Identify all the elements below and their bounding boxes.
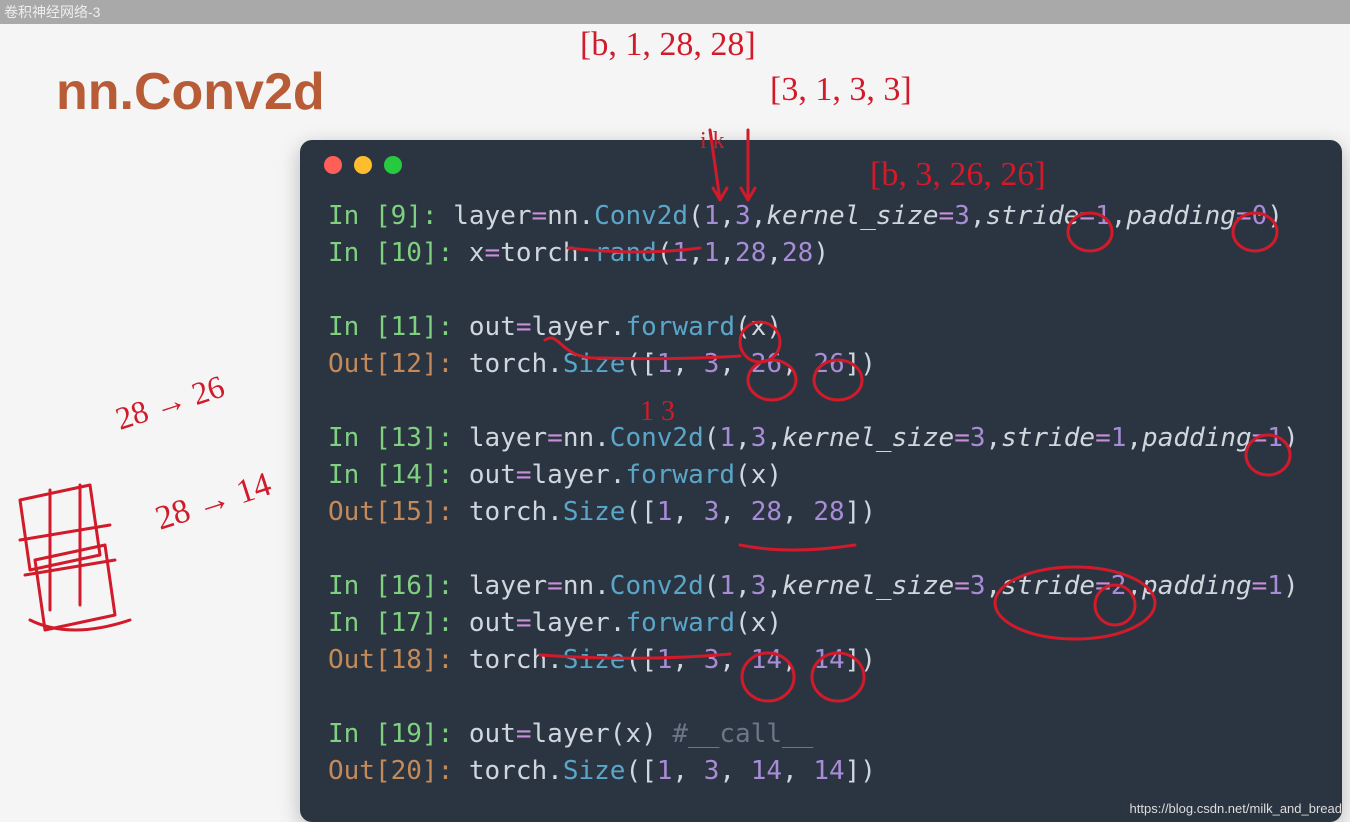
annotation-output-shape: [b, 3, 26, 26] bbox=[870, 156, 1046, 193]
annotation-layer: [b, 1, 28, 28] [3, 1, 3, 3] [b, 3, 26, 2… bbox=[0, 0, 1350, 822]
annotation-28-to-26: 28 → 26 bbox=[111, 368, 229, 437]
annotation-arrow-label: i k bbox=[700, 128, 725, 154]
annotation-tensor-shape-input: [b, 1, 28, 28] bbox=[580, 26, 756, 63]
annotation-kernel-shape: [3, 1, 3, 3] bbox=[770, 71, 912, 108]
watermark: https://blog.csdn.net/milk_and_bread bbox=[1130, 801, 1342, 816]
annotation-28-to-14: 28 → 14 bbox=[151, 466, 276, 538]
annotation-1-3: 1 3 bbox=[640, 396, 675, 427]
